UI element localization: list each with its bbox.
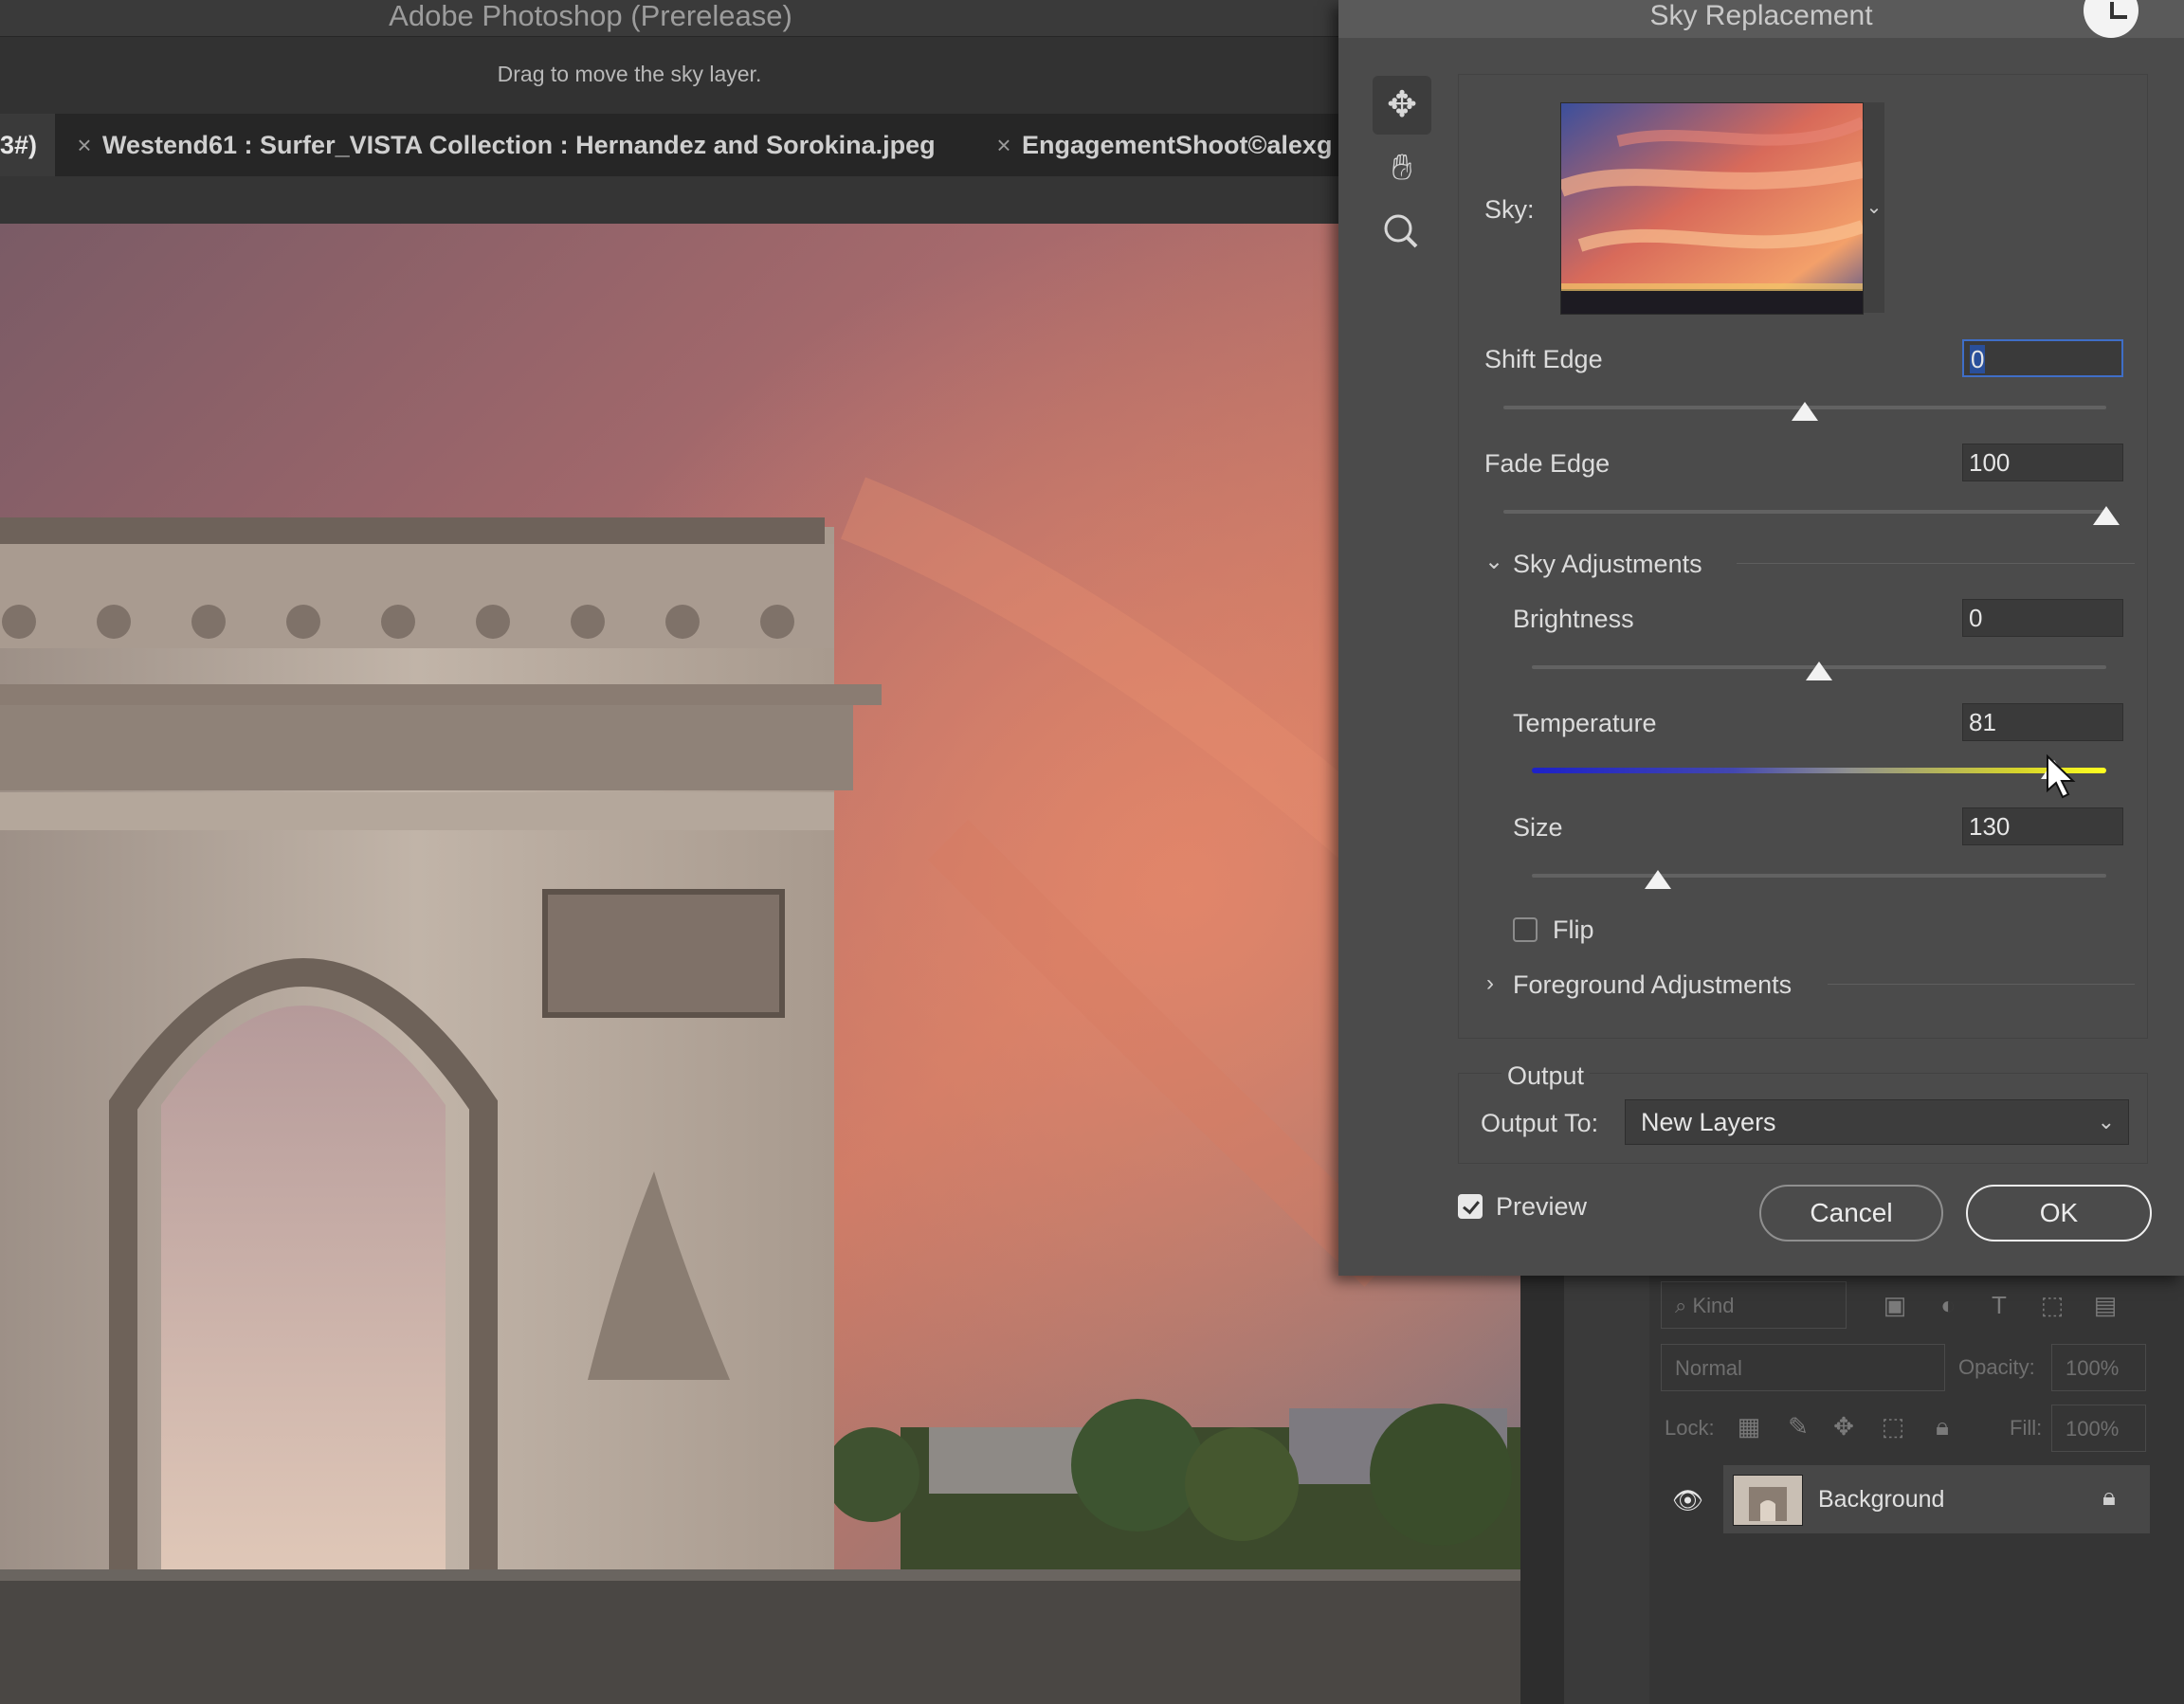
output-section-label: Output bbox=[1502, 1061, 1591, 1091]
temperature-input[interactable]: 81 bbox=[1962, 703, 2123, 741]
layer-row-background[interactable]: Background 🔒︎ bbox=[1723, 1465, 2150, 1533]
move-icon[interactable]: ✥ bbox=[1373, 76, 1431, 135]
flip-label: Flip bbox=[1553, 915, 1594, 944]
lock-transparent-icon[interactable]: ▦ bbox=[1735, 1412, 1763, 1441]
type-filter-icon[interactable]: T bbox=[1985, 1291, 2013, 1319]
brightness-value: 0 bbox=[1969, 604, 1983, 632]
output-to-label: Output To: bbox=[1481, 1109, 1599, 1137]
chevron-down-icon: ⌄ bbox=[2097, 1110, 2115, 1133]
brightness-label: Brightness bbox=[1513, 605, 1634, 633]
layer-thumbnail bbox=[1733, 1475, 1803, 1526]
lock-position-icon[interactable]: ✥ bbox=[1829, 1412, 1858, 1441]
close-icon[interactable]: × bbox=[986, 114, 1022, 176]
blend-mode-value: Normal bbox=[1675, 1356, 1742, 1380]
search-icon: ⌕ bbox=[1675, 1294, 1687, 1317]
ok-button[interactable]: OK bbox=[1966, 1185, 2152, 1242]
output-to-value: New Layers bbox=[1641, 1108, 1776, 1136]
panel-strip bbox=[1564, 1276, 1649, 1704]
mouse-cursor bbox=[2046, 753, 2078, 805]
temperature-slider-track[interactable] bbox=[1532, 768, 2106, 773]
preview-checkbox[interactable] bbox=[1458, 1194, 1483, 1219]
preview-label: Preview bbox=[1496, 1192, 1588, 1221]
tool-hint: Drag to move the sky layer. bbox=[497, 62, 762, 86]
sky-replacement-dialog: Sky Replacement ✥ ✋︎ Sky: ⌄ Shift Edge 0… bbox=[1338, 0, 2184, 1276]
dialog-title: Sky Replacement bbox=[1338, 0, 2184, 38]
shift-edge-input[interactable]: 0 bbox=[1962, 339, 2123, 377]
app-title: Adobe Photoshop (Prerelease) bbox=[389, 0, 792, 32]
title-bar: Adobe Photoshop (Prerelease) bbox=[0, 0, 1338, 36]
fill-value: 100% bbox=[2066, 1417, 2120, 1441]
size-value: 130 bbox=[1969, 812, 2011, 841]
tab-document-2[interactable]: × Westend61 : Surfer_VISTA Collection : H… bbox=[61, 114, 1001, 176]
tab-document-3[interactable]: × EngagementShoot©alexg bbox=[986, 114, 1338, 176]
sky-preset-thumbnail[interactable] bbox=[1560, 102, 1864, 315]
fade-edge-slider-track[interactable] bbox=[1503, 510, 2106, 514]
opacity-field[interactable]: 100% bbox=[2051, 1344, 2146, 1391]
sky-adjustments-header[interactable]: Sky Adjustments bbox=[1513, 550, 1702, 579]
shift-edge-value: 0 bbox=[1970, 345, 1986, 373]
brightness-input[interactable]: 0 bbox=[1962, 599, 2123, 637]
fade-edge-slider-thumb[interactable] bbox=[2093, 506, 2120, 525]
lock-label: Lock: bbox=[1665, 1416, 1715, 1440]
flip-checkbox[interactable] bbox=[1513, 917, 1538, 942]
layer-name: Background bbox=[1818, 1486, 1945, 1513]
hand-icon[interactable]: ✋︎ bbox=[1373, 138, 1431, 197]
fill-label: Fill: bbox=[2010, 1416, 2043, 1440]
tab-label: 3#) bbox=[0, 131, 38, 159]
canvas-ruler-bar bbox=[0, 176, 1338, 224]
output-to-select[interactable]: New Layers ⌄ bbox=[1625, 1099, 2129, 1145]
opacity-label: Opacity: bbox=[1958, 1355, 2035, 1379]
tab-document-1[interactable]: 3#) bbox=[0, 114, 55, 176]
fade-edge-label: Fade Edge bbox=[1484, 449, 1611, 478]
document-canvas[interactable] bbox=[0, 224, 1520, 1704]
image-filter-icon[interactable]: ▣ bbox=[1881, 1291, 1909, 1319]
size-label: Size bbox=[1513, 813, 1563, 842]
chevron-down-icon[interactable]: ⌄ bbox=[1864, 102, 1884, 313]
chevron-down-icon[interactable]: ⌄ bbox=[1484, 548, 1503, 575]
kind-placeholder: Kind bbox=[1692, 1294, 1735, 1317]
lock-image-icon[interactable]: ✎ bbox=[1784, 1412, 1812, 1441]
section-divider bbox=[1828, 984, 2135, 985]
opacity-value: 100% bbox=[2066, 1356, 2120, 1380]
tab-label: Westend61 : Surfer_VISTA Collection : He… bbox=[102, 131, 936, 159]
document-tabs: 3#) × Westend61 : Surfer_VISTA Collection… bbox=[0, 114, 1338, 176]
options-bar: Drag to move the sky layer. bbox=[0, 36, 1338, 115]
fill-field[interactable]: 100% bbox=[2051, 1405, 2146, 1452]
canvas-image bbox=[0, 224, 1520, 1704]
tab-label: EngagementShoot©alexg bbox=[1022, 131, 1333, 159]
close-icon[interactable]: × bbox=[66, 114, 102, 176]
section-divider bbox=[1737, 563, 2135, 564]
shift-edge-slider-thumb[interactable] bbox=[1792, 402, 1818, 421]
shift-edge-label: Shift Edge bbox=[1484, 345, 1603, 373]
fade-edge-value: 100 bbox=[1969, 448, 2011, 477]
temperature-label: Temperature bbox=[1513, 709, 1657, 737]
blend-mode-select[interactable]: Normal bbox=[1661, 1344, 1945, 1391]
adjustment-filter-icon[interactable]: ◐ bbox=[1934, 1291, 1962, 1319]
sky-label: Sky: bbox=[1484, 195, 1535, 224]
size-slider-thumb[interactable] bbox=[1645, 870, 1672, 889]
smart-object-filter-icon[interactable]: ▤ bbox=[2091, 1291, 2120, 1319]
zoom-icon[interactable] bbox=[1373, 203, 1431, 262]
size-slider-track[interactable] bbox=[1532, 874, 2106, 878]
temperature-value: 81 bbox=[1969, 708, 1996, 736]
chevron-right-icon[interactable]: › bbox=[1486, 970, 1494, 997]
size-input[interactable]: 130 bbox=[1962, 807, 2123, 845]
eye-icon[interactable]: 👁︎ bbox=[1672, 1486, 1703, 1514]
layer-filter-input[interactable]: ⌕ Kind bbox=[1661, 1281, 1847, 1329]
foreground-adjustments-header[interactable]: Foreground Adjustments bbox=[1513, 970, 1792, 1000]
lock-all-icon[interactable]: 🔒︎ bbox=[1928, 1412, 1956, 1441]
shape-filter-icon[interactable]: ⬚ bbox=[2038, 1291, 2066, 1319]
panel-strip bbox=[1520, 1276, 1565, 1704]
lock-artboard-icon[interactable]: ⬚ bbox=[1879, 1412, 1907, 1441]
brightness-slider-thumb[interactable] bbox=[1806, 662, 1832, 680]
cancel-button[interactable]: Cancel bbox=[1759, 1185, 1943, 1242]
fade-edge-input[interactable]: 100 bbox=[1962, 444, 2123, 481]
lock-icon: 🔒︎ bbox=[2102, 1482, 2116, 1511]
